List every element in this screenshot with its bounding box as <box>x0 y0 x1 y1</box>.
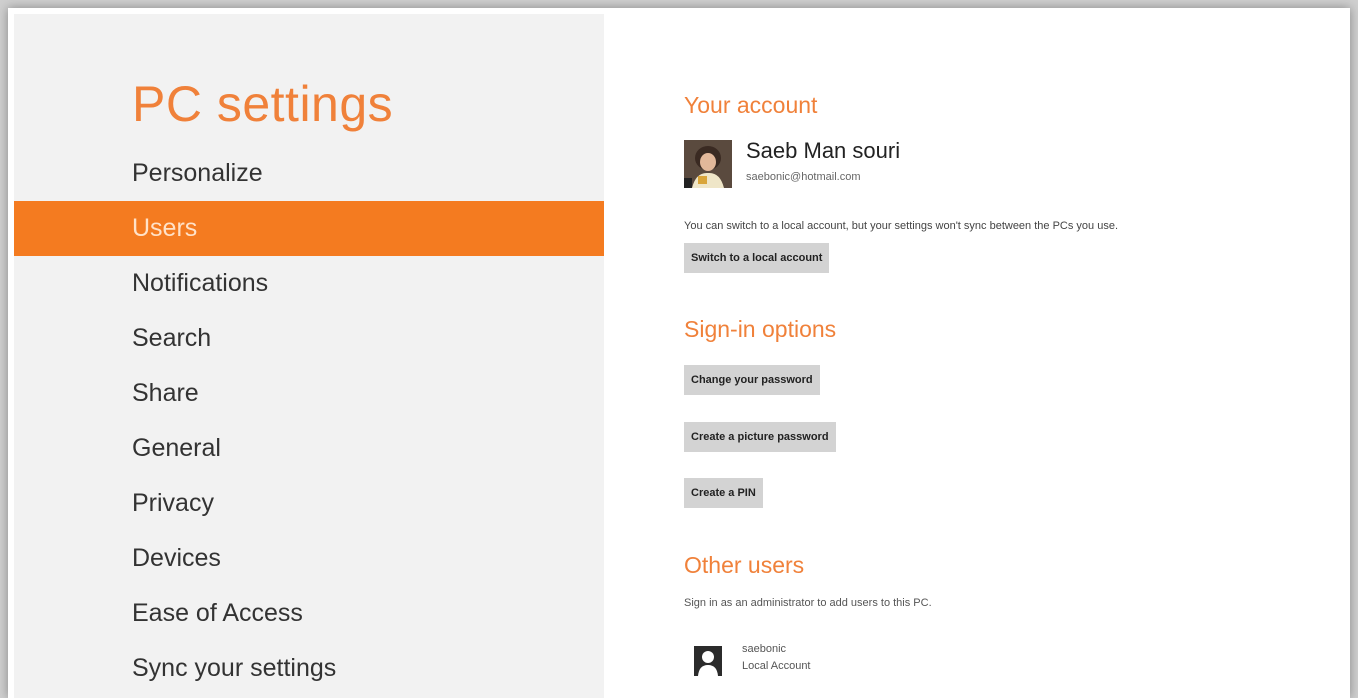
sync-note: You can switch to a local account, but y… <box>684 220 1118 232</box>
create-pin-button[interactable]: Create a PIN <box>684 478 763 508</box>
sign-in-options-heading: Sign-in options <box>684 316 837 342</box>
sidebar-nav: Personalize Users Notifications Search S… <box>14 146 604 696</box>
other-user-account-type: Local Account <box>742 660 811 672</box>
sidebar-item-general[interactable]: General <box>14 421 604 476</box>
sidebar-item-ease-of-access[interactable]: Ease of Access <box>14 586 604 641</box>
admin-note: Sign in as an administrator to add users… <box>684 597 932 609</box>
switch-to-local-account-button[interactable]: Switch to a local account <box>684 243 830 273</box>
sidebar-item-users[interactable]: Users <box>14 201 604 256</box>
account-name: Saeb Man souri <box>746 138 901 163</box>
users-settings-panel: Your account Saeb Man souri saebonic@hot… <box>604 8 1350 698</box>
sidebar: PC settings Personalize Users Notificati… <box>14 14 604 698</box>
sidebar-item-share[interactable]: Share <box>14 366 604 421</box>
pc-settings-window: PC settings Personalize Users Notificati… <box>8 8 1350 698</box>
sidebar-item-personalize[interactable]: Personalize <box>14 146 604 201</box>
account-avatar[interactable] <box>684 140 732 188</box>
create-picture-password-button[interactable]: Create a picture password <box>684 422 836 452</box>
account-email: saebonic@hotmail.com <box>746 171 861 183</box>
sidebar-item-devices[interactable]: Devices <box>14 531 604 586</box>
change-password-button[interactable]: Change your password <box>684 365 820 395</box>
page-title: PC settings <box>132 76 394 132</box>
other-user-name[interactable]: saebonic <box>742 643 786 655</box>
sidebar-item-search[interactable]: Search <box>14 311 604 366</box>
your-account-heading: Your account <box>684 92 818 118</box>
user-silhouette-icon[interactable] <box>694 646 722 676</box>
sidebar-item-privacy[interactable]: Privacy <box>14 476 604 531</box>
avatar-photo-icon <box>684 140 732 188</box>
other-users-heading: Other users <box>684 552 805 578</box>
sidebar-item-notifications[interactable]: Notifications <box>14 256 604 311</box>
